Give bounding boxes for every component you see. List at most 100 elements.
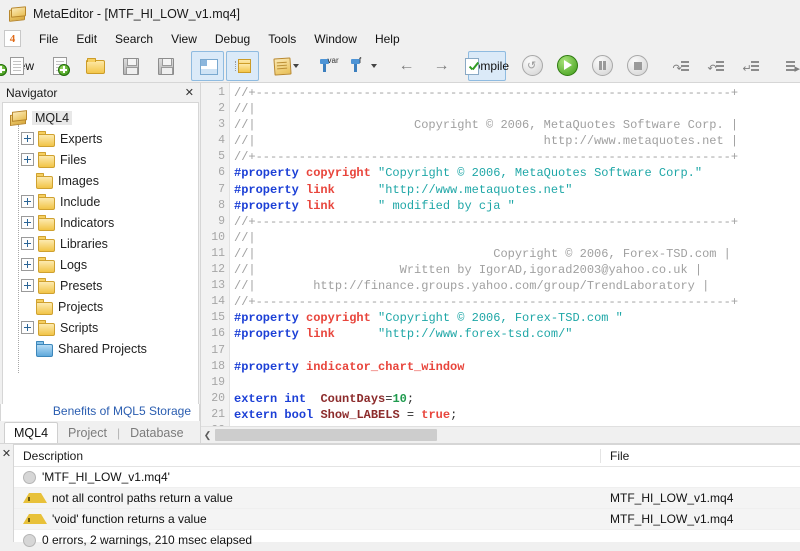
error-row[interactable]: not all control paths return a valueMTF_… (14, 488, 800, 509)
menu-debug[interactable]: Debug (206, 30, 259, 48)
expand-icon[interactable] (21, 153, 34, 166)
navigate-back-button[interactable]: ← (390, 51, 423, 81)
expand-icon[interactable] (21, 132, 34, 145)
tree-item-presets[interactable]: Presets (3, 275, 198, 296)
code-line[interactable]: #property copyright "Copyright © 2006, F… (234, 310, 800, 326)
navigate-forward-button[interactable]: → (425, 51, 458, 81)
scroll-thumb[interactable] (215, 429, 437, 441)
error-row[interactable]: 'void' function returns a valueMTF_HI_LO… (14, 509, 800, 530)
column-header-file[interactable]: File (600, 449, 800, 463)
tree-item-projects[interactable]: Projects (3, 296, 198, 317)
toggle-navigator-button[interactable] (226, 51, 259, 81)
tree-item-libraries[interactable]: Libraries (3, 233, 198, 254)
menu-tools[interactable]: Tools (259, 30, 305, 48)
start-debug-button[interactable] (551, 51, 584, 81)
tree-item-shared-projects[interactable]: Shared Projects (3, 338, 198, 359)
tree-item-experts[interactable]: Experts (3, 128, 198, 149)
code-content[interactable]: //+-------------------------------------… (230, 83, 800, 426)
stop-debug-button[interactable] (621, 51, 654, 81)
error-row[interactable]: 'MTF_HI_LOW_v1.mq4' (14, 467, 800, 488)
expand-icon[interactable] (21, 279, 34, 292)
editor-horizontal-scrollbar[interactable]: ❮ (201, 426, 800, 443)
insert-function-button[interactable]: f (347, 51, 380, 81)
expand-icon[interactable] (21, 321, 34, 334)
menu-edit[interactable]: Edit (67, 30, 106, 48)
code-line[interactable]: //| http://finance.groups.yahoo.com/grou… (234, 278, 800, 294)
code-line[interactable]: //+-------------------------------------… (234, 214, 800, 230)
code-line[interactable]: extern bool Show_LABELS = true; (234, 407, 800, 423)
error-description-text: 0 errors, 2 warnings, 210 msec elapsed (42, 533, 252, 547)
menu-view[interactable]: View (162, 30, 206, 48)
expand-icon[interactable] (21, 258, 34, 271)
step-into-button[interactable]: ↷ (664, 51, 697, 81)
open-file-button[interactable] (78, 51, 111, 81)
line-number: 14 (201, 294, 229, 310)
error-file-cell: MTF_HI_LOW_v1.mq4 (601, 491, 800, 505)
toggle-panels-button[interactable] (191, 51, 224, 81)
code-line[interactable] (234, 343, 800, 359)
code-line[interactable]: #property link " modified by cja " (234, 198, 800, 214)
run-to-cursor-button[interactable]: ▸ (777, 51, 800, 81)
tree-item-include[interactable]: Include (3, 191, 198, 212)
code-editor[interactable]: 12345678910111213141516171819202122 //+-… (201, 83, 800, 426)
tree-root-mql4[interactable]: MQL4 (3, 107, 198, 128)
tab-project[interactable]: Project (58, 422, 117, 443)
mql5-storage-link-label[interactable]: Benefits of MQL5 Storage (53, 404, 191, 418)
code-line[interactable]: //| (234, 101, 800, 117)
code-line[interactable]: #property link "http://www.forex-tsd.com… (234, 326, 800, 342)
scroll-left-icon[interactable]: ❮ (201, 428, 214, 443)
code-line[interactable]: //| Copyright © 2006, Forex-TSD.com | (234, 246, 800, 262)
error-row[interactable]: 0 errors, 2 warnings, 210 msec elapsed (14, 530, 800, 551)
code-line[interactable]: //+-------------------------------------… (234, 85, 800, 101)
code-line[interactable]: //| Copyright © 2006, MetaQuotes Softwar… (234, 117, 800, 133)
tree-item-label: Files (60, 153, 86, 167)
scroll-track[interactable] (215, 429, 799, 441)
tree-item-logs[interactable]: Logs (3, 254, 198, 275)
code-line[interactable]: //+-------------------------------------… (234, 149, 800, 165)
close-icon[interactable]: ✕ (2, 447, 11, 542)
code-line[interactable]: //+-------------------------------------… (234, 294, 800, 310)
close-icon[interactable]: ✕ (183, 86, 196, 99)
pause-debug-button[interactable] (586, 51, 619, 81)
tree-item-files[interactable]: Files (3, 149, 198, 170)
code-line[interactable]: //| http://www.metaquotes.net | (234, 133, 800, 149)
save-button[interactable] (113, 51, 146, 81)
line-number: 4 (201, 133, 229, 149)
restart-debug-button[interactable]: ↺ (516, 51, 549, 81)
code-token: copyright (306, 166, 371, 180)
mql5-storage-link[interactable]: Benefits of MQL5 Storage (0, 404, 200, 421)
expand-icon[interactable] (21, 237, 34, 250)
code-line[interactable]: #property link "http://www.metaquotes.ne… (234, 182, 800, 198)
notes-button[interactable] (269, 51, 302, 81)
tab-mql4[interactable]: MQL4 (4, 422, 58, 443)
code-token: true (421, 408, 450, 422)
leaf-spacer (21, 301, 32, 312)
code-line[interactable]: //| Written by IgorAD,igorad2003@yahoo.c… (234, 262, 800, 278)
tree-item-images[interactable]: Images (3, 170, 198, 191)
save-all-button[interactable] (148, 51, 181, 81)
menu-search[interactable]: Search (106, 30, 162, 48)
step-over-button[interactable]: ↶ (699, 51, 732, 81)
menu-file[interactable]: File (30, 30, 67, 48)
menu-window[interactable]: Window (305, 30, 366, 48)
step-out-button[interactable]: ↵ (734, 51, 767, 81)
expand-icon[interactable] (21, 195, 34, 208)
column-header-description[interactable]: Description (14, 449, 600, 463)
expand-icon[interactable] (21, 216, 34, 229)
code-line[interactable]: #property indicator_chart_window (234, 359, 800, 375)
tree-item-indicators[interactable]: Indicators (3, 212, 198, 233)
code-line[interactable]: #property copyright "Copyright © 2006, M… (234, 165, 800, 181)
new-file-button[interactable]: New (3, 51, 41, 81)
code-line[interactable] (234, 375, 800, 391)
code-token (299, 311, 306, 325)
menu-help[interactable]: Help (366, 30, 409, 48)
code-line[interactable]: //| (234, 230, 800, 246)
code-line[interactable] (234, 423, 800, 426)
tree-item-scripts[interactable]: Scripts (3, 317, 198, 338)
tab-database[interactable]: Database (120, 422, 194, 443)
new-project-button[interactable] (43, 51, 76, 81)
insert-variable-button[interactable]: var (312, 51, 345, 81)
code-line[interactable]: extern int CountDays=10; (234, 391, 800, 407)
chevron-down-icon (371, 64, 377, 68)
compile-button[interactable]: Compile (468, 51, 506, 81)
